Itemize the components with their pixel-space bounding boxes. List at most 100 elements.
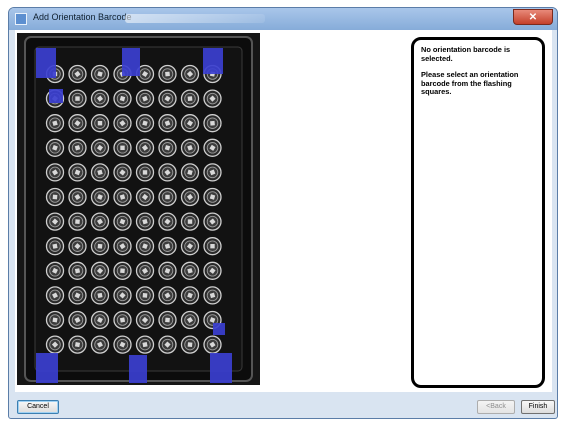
rack-tube	[45, 114, 65, 133]
rack-tube	[68, 89, 87, 108]
title-bar[interactable]: Add Orientation Barcode ✕	[9, 8, 557, 30]
rack-tube	[135, 335, 155, 354]
rack-tube	[113, 114, 132, 133]
rack-tube	[203, 212, 222, 231]
rack-tube	[135, 286, 155, 305]
rack-tube	[90, 163, 110, 182]
rack-tube	[45, 310, 65, 330]
rack-tube	[135, 138, 155, 157]
rack-tube	[68, 310, 87, 330]
rack-tube	[135, 163, 155, 182]
rack-tube	[113, 212, 132, 231]
rack-tube	[90, 138, 110, 157]
rack-tube	[135, 261, 155, 280]
rack-tube	[68, 163, 87, 182]
orientation-barcode-marker[interactable]	[49, 89, 63, 103]
rack-tube	[113, 163, 132, 182]
rack-tube	[90, 212, 110, 231]
rack-tube	[180, 310, 200, 330]
rack-tube	[180, 187, 200, 207]
rack-tube	[90, 89, 110, 108]
rack-tube	[158, 310, 177, 330]
rack-tube	[68, 187, 87, 207]
rack-tube	[90, 237, 110, 256]
dialog-footer: Cancel <Back Finish	[9, 394, 557, 418]
back-button[interactable]: <Back	[477, 400, 515, 414]
dialog-window: Add Orientation Barcode ✕ No orientation…	[8, 7, 558, 419]
rack-tube	[180, 114, 200, 133]
rack-tube	[158, 335, 177, 354]
rack-tube	[203, 286, 222, 305]
rack-tube	[203, 163, 222, 182]
rack-tube	[135, 212, 155, 231]
orientation-barcode-marker[interactable]	[129, 355, 147, 383]
rack-tube	[68, 237, 87, 256]
rack-tube	[135, 310, 155, 330]
rack-tube	[135, 89, 155, 108]
instruction-status-text: No orientation barcode is selected.	[421, 45, 511, 63]
rack-tube	[158, 286, 177, 305]
instruction-prompt-text: Please select an orientation barcode fro…	[421, 70, 519, 97]
rack-tube	[180, 237, 200, 256]
rack-tube	[180, 212, 200, 231]
rack-tube	[90, 261, 110, 280]
orientation-barcode-marker[interactable]	[122, 48, 140, 76]
rack-tube	[203, 237, 222, 256]
rack-tube	[68, 138, 87, 157]
rack-tube	[158, 138, 177, 157]
rack-tube	[68, 64, 87, 84]
rack-tube	[158, 163, 177, 182]
finish-button[interactable]: Finish	[521, 400, 555, 414]
rack-tube	[90, 114, 110, 133]
rack-image	[17, 33, 260, 385]
rack-tube	[203, 187, 222, 207]
rack-tube	[68, 286, 87, 305]
rack-tube	[180, 261, 200, 280]
cancel-button[interactable]: Cancel	[17, 400, 59, 414]
rack-tube	[135, 237, 155, 256]
close-button[interactable]: ✕	[513, 9, 553, 25]
title-bar-blur	[125, 14, 265, 23]
rack-tube	[203, 114, 222, 133]
instruction-panel: No orientation barcode is selected. Plea…	[411, 37, 545, 388]
rack-tube	[90, 187, 110, 207]
rack-tube	[158, 237, 177, 256]
rack-tube	[180, 138, 200, 157]
window-title: Add Orientation Barcode	[33, 12, 132, 22]
rack-tube	[45, 163, 65, 182]
orientation-barcode-marker[interactable]	[203, 48, 223, 74]
rack-tube	[68, 114, 87, 133]
rack-tube	[68, 335, 87, 354]
orientation-barcode-marker[interactable]	[36, 353, 58, 383]
rack-tube	[45, 261, 65, 280]
dialog-body: No orientation barcode is selected. Plea…	[15, 30, 552, 392]
rack-tube	[180, 286, 200, 305]
rack-tube	[113, 286, 132, 305]
rack-tube	[45, 187, 65, 207]
rack-tube	[90, 286, 110, 305]
rack-tube	[180, 335, 200, 354]
rack-tube	[113, 237, 132, 256]
rack-tube	[113, 138, 132, 157]
rack-tube	[45, 237, 65, 256]
rack-tube	[158, 187, 177, 207]
rack-tube	[113, 310, 132, 330]
rack-tube	[68, 212, 87, 231]
rack-tube	[90, 310, 110, 330]
rack-tube	[180, 163, 200, 182]
rack-tube	[45, 335, 65, 354]
rack-tube	[45, 286, 65, 305]
rack-tube	[203, 138, 222, 157]
rack-tube	[113, 261, 132, 280]
app-icon	[15, 13, 27, 25]
rack-tube	[113, 187, 132, 207]
rack-tube	[203, 89, 222, 108]
rack-tube	[158, 89, 177, 108]
rack-tube	[203, 335, 222, 354]
orientation-barcode-marker[interactable]	[210, 353, 232, 383]
rack-tube	[203, 261, 222, 280]
orientation-barcode-marker[interactable]	[36, 48, 56, 78]
rack-tube	[135, 187, 155, 207]
rack-tube	[158, 261, 177, 280]
orientation-barcode-marker[interactable]	[213, 323, 225, 335]
